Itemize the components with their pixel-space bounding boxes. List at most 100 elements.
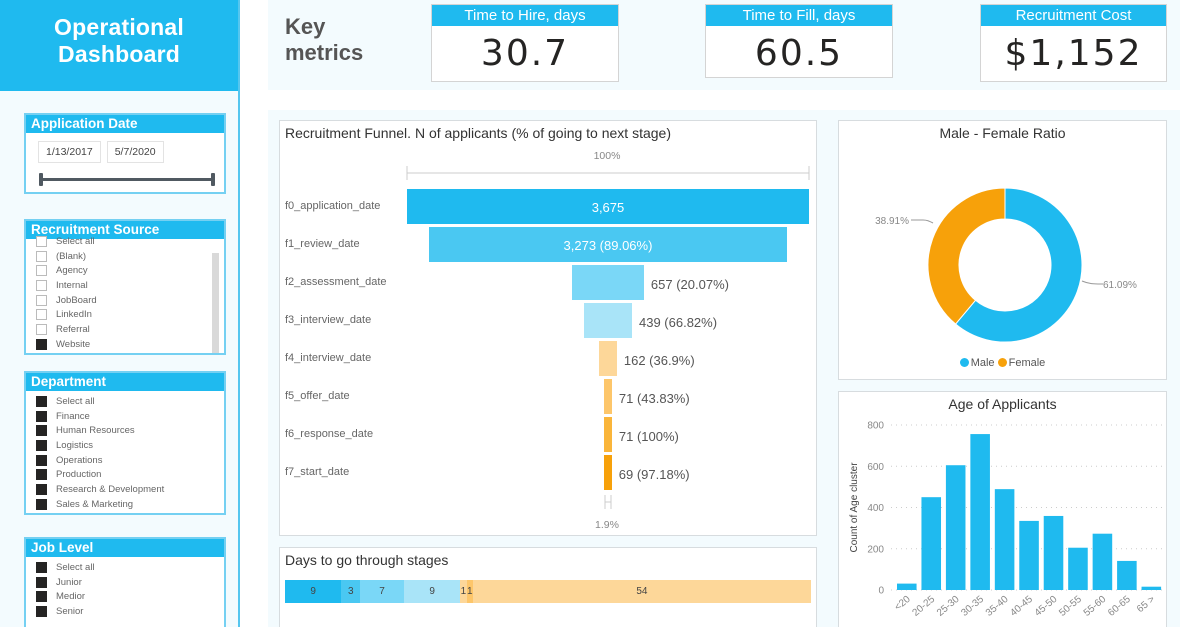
slicer-option[interactable]: Website: [36, 337, 224, 352]
funnel-bar[interactable]: [604, 379, 612, 414]
funnel-bar[interactable]: [583, 303, 632, 338]
age-bar[interactable]: [970, 434, 990, 590]
age-bar[interactable]: [1092, 533, 1113, 590]
legend-item-male[interactable]: Male: [959, 357, 995, 369]
slicer-option[interactable]: Finance: [36, 409, 224, 424]
slicer-option-label: Select all: [56, 235, 95, 247]
days-segment[interactable]: 7: [360, 580, 404, 603]
checkbox-checked-icon[interactable]: [36, 425, 47, 437]
slicer-option[interactable]: Select all: [36, 560, 224, 575]
slicer-option[interactable]: LinkedIn: [36, 307, 224, 322]
slicer-option[interactable]: Select all: [36, 394, 224, 409]
slicer-option-label: Sales & Marketing: [56, 498, 134, 510]
checkbox-checked-icon[interactable]: [36, 469, 47, 481]
title-line-2: Dashboard: [58, 41, 180, 67]
checkbox-checked-icon[interactable]: [36, 561, 47, 573]
funnel-data-label: 162 (36.9%): [623, 353, 695, 368]
age-bar[interactable]: [1019, 520, 1039, 590]
checkbox-checked-icon[interactable]: [36, 576, 47, 588]
x-tick-label: 55-60: [1082, 594, 1109, 619]
checkbox-unchecked-icon[interactable]: [36, 309, 47, 321]
funnel-stage-label: f2_assessment_date: [285, 276, 387, 288]
funnel-stage-label: f6_response_date: [285, 428, 374, 440]
kpi-title: Recruitment Cost: [981, 5, 1166, 26]
y-tick-label: 600: [867, 462, 884, 473]
slider-start-handle[interactable]: [39, 173, 43, 186]
age-bar[interactable]: [1068, 547, 1088, 590]
days-segment[interactable]: 3: [341, 580, 361, 603]
slicer-option-label: Senior: [56, 605, 84, 617]
checkbox-checked-icon[interactable]: [36, 439, 47, 451]
slicer-option[interactable]: Logistics: [36, 438, 224, 453]
age-bar[interactable]: [897, 583, 917, 590]
checkbox-checked-icon[interactable]: [36, 483, 47, 495]
days-segment[interactable]: 9: [285, 580, 342, 603]
scrollbar[interactable]: [212, 253, 219, 353]
slicer-option[interactable]: Internal: [36, 278, 224, 293]
checkbox-unchecked-icon[interactable]: [36, 250, 47, 262]
checkbox-checked-icon[interactable]: [36, 454, 47, 466]
y-tick-label: 800: [867, 421, 884, 432]
slicer-header: Job Level: [26, 539, 224, 557]
checkbox-unchecked-icon[interactable]: [36, 279, 47, 291]
checkbox-checked-icon[interactable]: [36, 410, 47, 422]
end-date-input[interactable]: 5/7/2020: [106, 141, 164, 163]
slicer-option[interactable]: Sales & Marketing: [36, 497, 224, 512]
recruitment-funnel-chart: Recruitment Funnel. N of applicants (% o…: [279, 120, 817, 536]
funnel-bar[interactable]: [604, 417, 612, 452]
slicer-option[interactable]: Junior: [36, 575, 224, 590]
slicer-option-label: Website: [56, 338, 91, 350]
slicer-option[interactable]: JobBoard: [36, 293, 224, 308]
age-bar[interactable]: [945, 465, 966, 590]
slicer-option[interactable]: Production: [36, 467, 224, 482]
days-segment[interactable]: 9: [403, 580, 461, 603]
kpi-value: 60.5: [754, 33, 844, 74]
checkbox-checked-icon[interactable]: [36, 498, 47, 510]
age-bar[interactable]: [1141, 586, 1162, 590]
days-through-stages-chart: Days to go through stages 9 3 7 9 1 1 54: [279, 547, 817, 627]
slicer-option-label: Logistics: [56, 439, 93, 451]
slicer-option[interactable]: Agency: [36, 263, 224, 278]
slicer-option[interactable]: (Blank): [36, 249, 224, 264]
funnel-bar[interactable]: [599, 341, 617, 376]
checkbox-unchecked-icon[interactable]: [36, 294, 47, 306]
slicer-option-label: Junior: [56, 576, 82, 588]
male-legend-dot-icon: [959, 358, 969, 367]
checkbox-checked-icon[interactable]: [36, 591, 47, 603]
kpi-title: Time to Fill, days: [706, 5, 892, 26]
checkbox-unchecked-icon[interactable]: [36, 235, 47, 247]
checkbox-checked-icon[interactable]: [36, 338, 47, 350]
sidebar: Operational Dashboard Application Date 1…: [0, 0, 240, 627]
slicer-option[interactable]: Operations: [36, 453, 224, 468]
x-tick-label: 65 >: [1135, 594, 1157, 615]
funnel-stage-label: f4_interview_date: [285, 352, 372, 364]
start-date-input[interactable]: 1/13/2017: [38, 141, 101, 163]
x-tick-label: 25-30: [935, 594, 962, 619]
donut-slice-female[interactable]: [927, 187, 1006, 325]
male-percent-label: 61.09%: [1103, 280, 1137, 291]
age-bar[interactable]: [994, 489, 1015, 590]
funnel-bar[interactable]: [604, 455, 612, 490]
slicer-option[interactable]: Human Resources: [36, 423, 224, 438]
kpi-card-time-to-hire: Time to Hire, days 30.7: [431, 4, 619, 82]
days-segment[interactable]: 54: [472, 580, 811, 603]
slicer-option[interactable]: Referral: [36, 322, 224, 337]
slicer-option[interactable]: Research & Development: [36, 482, 224, 497]
x-tick-label: 60-65: [1106, 594, 1133, 619]
age-bar[interactable]: [1117, 560, 1137, 590]
checkbox-checked-icon[interactable]: [36, 395, 47, 407]
slicer-option[interactable]: Senior: [36, 604, 224, 619]
date-range-slider[interactable]: [39, 173, 215, 186]
checkbox-unchecked-icon[interactable]: [36, 323, 47, 335]
slicer-option[interactable]: Medior: [36, 589, 224, 604]
age-bar[interactable]: [1043, 515, 1064, 590]
checkbox-checked-icon[interactable]: [36, 605, 47, 617]
dashboard: Operational Dashboard Application Date 1…: [0, 0, 1200, 627]
age-bar[interactable]: [921, 497, 942, 590]
slicer-header: Department: [26, 373, 224, 391]
checkbox-unchecked-icon[interactable]: [36, 265, 47, 277]
legend-item-female[interactable]: Female: [997, 357, 1045, 369]
donut-chart: 61.09% 38.91%: [875, 187, 1137, 343]
funnel-bar[interactable]: [572, 265, 644, 300]
slider-end-handle[interactable]: [211, 173, 215, 186]
